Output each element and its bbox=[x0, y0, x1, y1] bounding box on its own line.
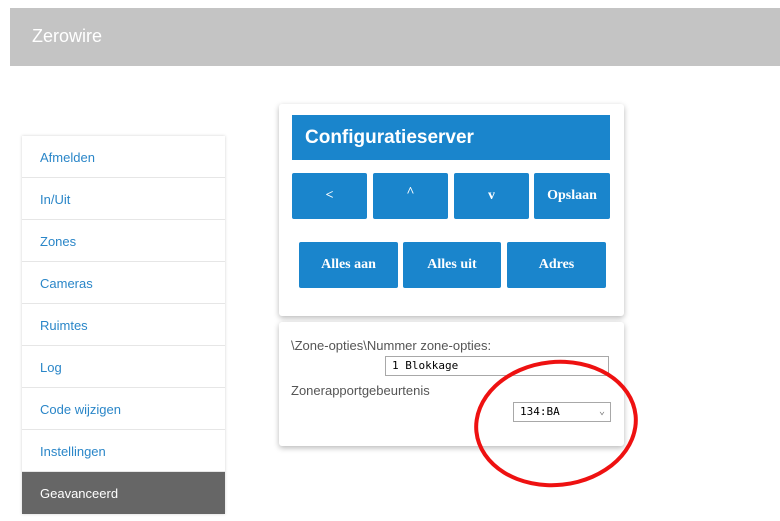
sidebar-item-code-wijzigen[interactable]: Code wijzigen bbox=[22, 388, 225, 430]
config-title: Configuratieserver bbox=[292, 115, 610, 160]
sidebar-item-instellingen[interactable]: Instellingen bbox=[22, 430, 225, 472]
zone-report-event-label: Zonerapportgebeurtenis bbox=[291, 383, 430, 398]
down-button[interactable]: v bbox=[454, 173, 529, 219]
all-off-button[interactable]: Alles uit bbox=[403, 242, 501, 288]
save-button[interactable]: Opslaan bbox=[534, 173, 610, 219]
sidebar-item-geavanceerd[interactable]: Geavanceerd bbox=[22, 472, 225, 514]
config-panel: Configuratieserver < ^ v Opslaan Alles a… bbox=[279, 104, 624, 316]
sidebar-item-zones[interactable]: Zones bbox=[22, 220, 225, 262]
sidebar: Afmelden In/Uit Zones Cameras Ruimtes Lo… bbox=[22, 136, 225, 514]
all-on-button[interactable]: Alles aan bbox=[299, 242, 398, 288]
sidebar-item-afmelden[interactable]: Afmelden bbox=[22, 136, 225, 178]
address-button[interactable]: Adres bbox=[507, 242, 606, 288]
top-bar: Zerowire bbox=[10, 8, 780, 66]
sidebar-item-log[interactable]: Log bbox=[22, 346, 225, 388]
previous-button[interactable]: < bbox=[292, 173, 367, 219]
up-button[interactable]: ^ bbox=[373, 173, 448, 219]
sidebar-item-in-uit[interactable]: In/Uit bbox=[22, 178, 225, 220]
sidebar-item-cameras[interactable]: Cameras bbox=[22, 262, 225, 304]
app-title: Zerowire bbox=[32, 26, 103, 46]
zone-number-value: 1 Blokkage bbox=[392, 359, 459, 372]
zone-options-path-label: \Zone-opties\Nummer zone-opties: bbox=[291, 338, 492, 353]
sidebar-item-ruimtes[interactable]: Ruimtes bbox=[22, 304, 225, 346]
